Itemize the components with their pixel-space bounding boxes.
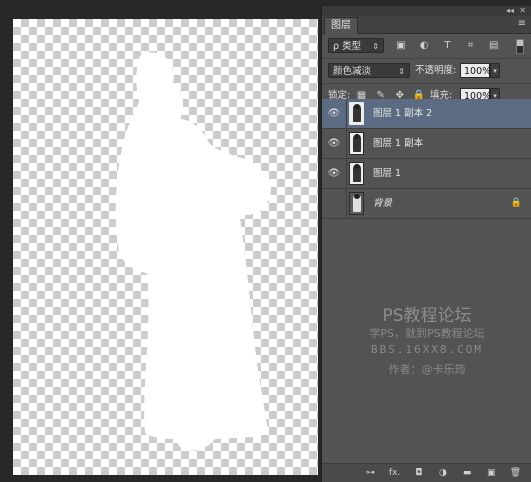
layer-filter-row: ρ 类型 ⇕ ▣ ◐ T ⌗ ▤ xyxy=(322,34,531,59)
document-canvas[interactable] xyxy=(13,19,318,475)
layer-row[interactable]: 👁 图层 1 副本 xyxy=(322,129,531,159)
link-layers-icon[interactable]: ⊶ xyxy=(364,466,377,480)
trash-icon[interactable]: 🗑 xyxy=(509,466,522,480)
blend-mode-value: 颜色减淡 xyxy=(333,66,372,77)
watermark-url: BBS.16XX8.COM xyxy=(370,343,484,356)
blend-mode-dropdown[interactable]: 颜色减淡 ⇕ xyxy=(328,63,410,78)
eye-hidden-slot[interactable] xyxy=(322,189,347,218)
close-icon[interactable]: ✕ xyxy=(519,6,526,16)
eye-icon[interactable]: 👁 xyxy=(322,129,347,158)
layer-row[interactable]: 👁 图层 1 xyxy=(322,159,531,189)
layer-thumbnail xyxy=(349,132,364,155)
bottom-icons: ⊶ fx. ◘ ◑ ▬ ▣ 🗑 xyxy=(356,466,522,480)
layer-name: 图层 1 xyxy=(373,168,402,179)
type-filter-icon[interactable]: T xyxy=(440,39,454,53)
adjustment-filter-icon[interactable]: ◐ xyxy=(417,39,431,53)
panel-title-bar: ◂◂ ✕ xyxy=(322,6,531,16)
panel-menu-icon[interactable]: ≡ xyxy=(518,18,526,29)
layer-thumbnail xyxy=(349,192,364,215)
silhouette-shape xyxy=(115,52,271,451)
watermark-author: 作者：@卡乐筠 xyxy=(388,363,466,376)
collapse-icon[interactable]: ◂◂ xyxy=(506,6,514,16)
opacity-label: 不透明度: xyxy=(415,65,457,76)
new-group-icon[interactable]: ▬ xyxy=(461,466,474,480)
eye-icon[interactable]: 👁 xyxy=(322,99,347,128)
new-layer-icon[interactable]: ▣ xyxy=(485,466,498,480)
lock-icon: 🔒 xyxy=(510,198,522,208)
watermark-subtitle: 学PS，就到PS教程论坛 xyxy=(369,327,485,340)
layer-row[interactable]: 背景 🔒 xyxy=(322,189,531,219)
layer-style-icon[interactable]: fx. xyxy=(388,466,401,480)
layers-list: 👁 图层 1 副本 2 👁 图层 1 副本 👁 图层 1 背景 🔒 xyxy=(322,99,531,219)
blend-row: 颜色减淡 ⇕ 不透明度: 100% ▾ xyxy=(322,59,531,84)
layer-thumbnail xyxy=(349,102,364,125)
filter-type-dropdown[interactable]: ρ 类型 ⇕ xyxy=(328,38,384,53)
layer-name: 背景 xyxy=(373,198,393,209)
filter-icons: ▣ ◐ T ⌗ ▤ xyxy=(394,39,507,53)
filter-toggle[interactable] xyxy=(516,39,524,54)
dropdown-arrow-icon: ⇕ xyxy=(398,67,405,76)
dropdown-arrow-icon: ⇕ xyxy=(372,42,379,51)
layer-thumbnail xyxy=(349,162,364,185)
filter-type-label: 类型 xyxy=(342,41,362,52)
tab-layers[interactable]: 图层 xyxy=(324,17,358,34)
layers-panel: ◂◂ ✕ 图层 ≡ ρ 类型 ⇕ ▣ ◐ T ⌗ ▤ 颜色减淡 ⇕ 不透明度: … xyxy=(321,6,531,482)
eye-icon[interactable]: 👁 xyxy=(322,159,347,188)
opacity-input[interactable]: 100% xyxy=(460,63,491,78)
panel-tab-bar: 图层 ≡ xyxy=(322,16,531,34)
search-icon: ρ xyxy=(333,41,340,52)
panel-bottom-toolbar: ⊶ fx. ◘ ◑ ▬ ▣ 🗑 xyxy=(322,463,531,482)
pixel-filter-icon[interactable]: ▣ xyxy=(394,39,408,53)
opacity-slider-arrow[interactable]: ▾ xyxy=(490,63,500,78)
layer-name: 图层 1 副本 xyxy=(373,138,424,149)
watermark-title: PS教程论坛 xyxy=(382,306,472,326)
layer-row[interactable]: 👁 图层 1 副本 2 xyxy=(322,99,531,129)
layer-name: 图层 1 副本 2 xyxy=(373,108,433,119)
adjustment-layer-icon[interactable]: ◑ xyxy=(436,466,449,480)
shape-filter-icon[interactable]: ⌗ xyxy=(464,39,478,53)
add-mask-icon[interactable]: ◘ xyxy=(412,466,425,480)
smart-object-filter-icon[interactable]: ▤ xyxy=(487,39,501,53)
